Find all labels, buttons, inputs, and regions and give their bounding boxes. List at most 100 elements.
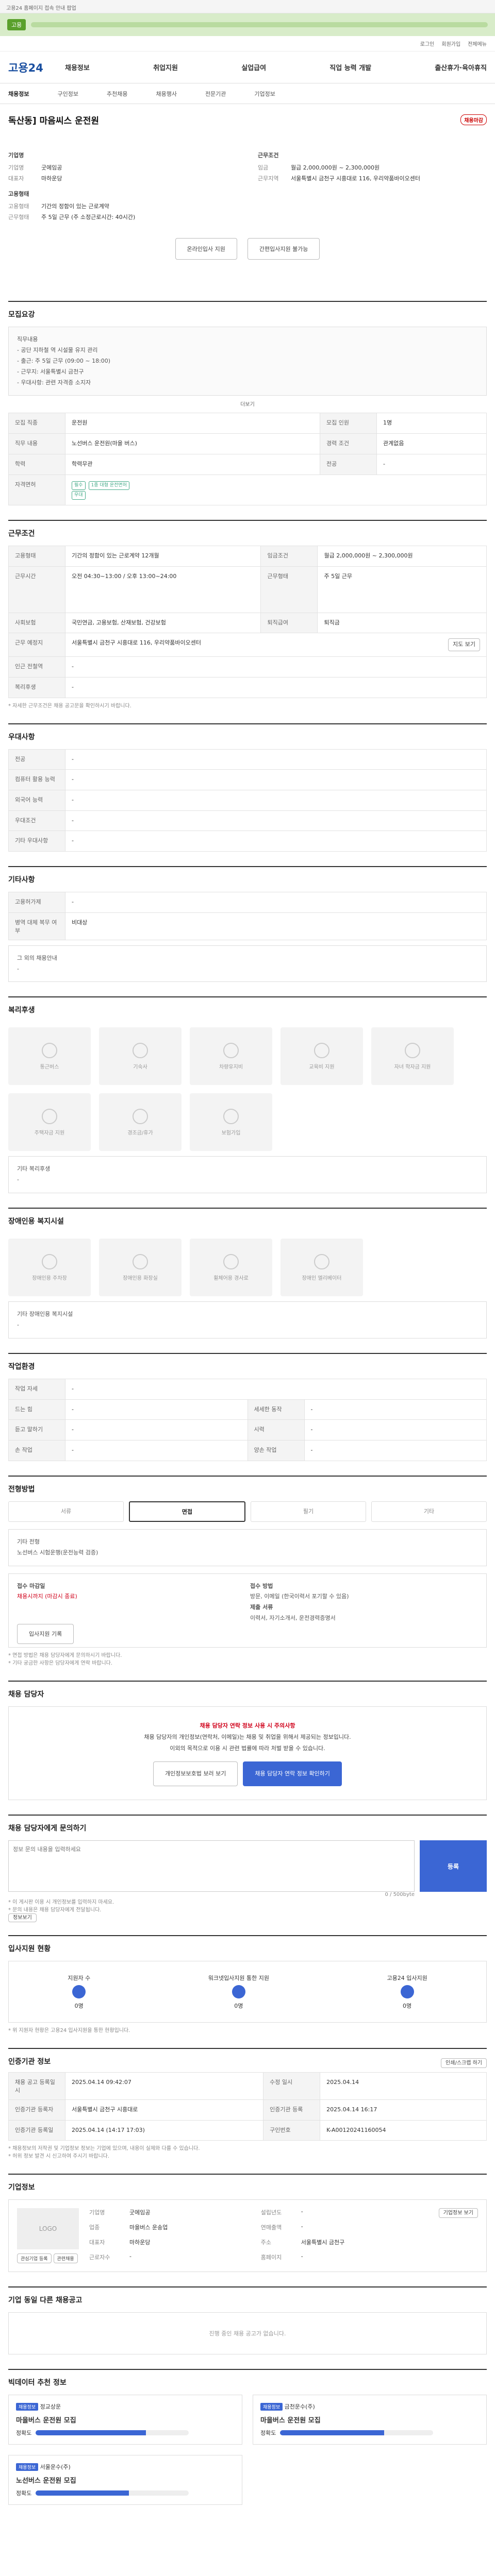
map-button[interactable]: 지도 보기 [448, 638, 480, 652]
recruit-table: 모집 직종 운전원 모집 인원 1명 직무 내용 노선버스 운전원(마을 버스) 경력 조… [8, 413, 487, 506]
sub-nav-item[interactable]: 기업정보 [254, 90, 275, 98]
table-cell: 마하운당 [129, 2239, 151, 2246]
quick-apply-button[interactable]: 간편입사지원 불가능 [247, 238, 320, 260]
fit-bar-fill [36, 2490, 129, 2496]
table-cell: K-A00120241160054 [320, 2120, 487, 2141]
table-cell: 경력 조건 [320, 433, 377, 454]
applicant-stats: 지원자 수 0명 워크넷입사지원 통한 지원 0명 고용24 입사지원 0명 [8, 1961, 487, 2023]
sub-nav-item[interactable]: 채용정보 [8, 90, 29, 98]
welfare-item: 통근버스 [8, 1027, 91, 1086]
table-cell: - [65, 1379, 487, 1400]
welfare-item: 주택자금 지원 [8, 1093, 91, 1151]
favorite-button[interactable]: 관심기업 등록 [17, 2253, 52, 2264]
apply-record-button[interactable]: 입사지원 기록 [17, 1624, 74, 1645]
house-icon [42, 1108, 57, 1124]
recommend-card[interactable]: 채용정보 서울운수(주) 노선버스 운전원 모집 정확도 [8, 2455, 242, 2505]
inquiry-note: * 문의 내용은 채용 담당자에게 전달됩니다. [8, 1907, 102, 1913]
tab-document[interactable]: 서류 [8, 1501, 124, 1522]
shield-icon [223, 1108, 239, 1124]
apply-button[interactable]: 온라인입사 지원 [175, 238, 237, 260]
table-cell: 손 작업 [8, 1440, 65, 1461]
nav-item[interactable]: 채용정보 [65, 62, 90, 72]
tab-interview[interactable]: 면접 [129, 1501, 245, 1522]
book-icon [314, 1042, 329, 1058]
box-line: - 출근: 주 5일 근무 (09:00 ~ 18:00) [17, 357, 111, 364]
global-nav: 고용24 채용정보 취업지원 실업급여 직업 능력 개발 출산휴가·육아휴직 [0, 52, 495, 83]
tab-etc[interactable]: 기타 [371, 1501, 487, 1522]
table-cell: 직무 내용 [8, 433, 65, 454]
banner-pill[interactable]: 고용 [7, 19, 26, 30]
nav-item[interactable]: 취업지원 [153, 62, 178, 72]
table-cell: 차량유지비 [219, 1064, 243, 1070]
table-cell: - [304, 1399, 487, 1420]
welfare-item: 경조금/휴가 [99, 1093, 182, 1151]
fit-bar-fill [36, 2430, 146, 2436]
duty-box: 직무내용 - 공단 지하철 역 시설물 유지 관리 - 출근: 주 5일 근무 (0… [8, 327, 487, 396]
job-header: 독산동] 마음씨스 운전원 채용마감 기업명 기업명 굿에임공 대표자 마하운당 고용… [8, 104, 487, 286]
sub-nav-item[interactable]: 전문기관 [205, 90, 226, 98]
more-button[interactable]: 더보기 [8, 400, 487, 408]
table-cell: - [304, 1419, 487, 1441]
related-jobs-button[interactable]: 관련채용 [53, 2253, 78, 2264]
preference-section: 우대사항 전공 - 컴퓨터 활용 능력 - 외국어 능력 - 우대조건 - 기타 우대사… [8, 723, 487, 852]
table-cell: 교육비 지원 [309, 1064, 335, 1070]
tab-written[interactable]: 필기 [251, 1501, 366, 1522]
table-cell: - [65, 656, 487, 677]
nav-item[interactable]: 출산휴가·육아휴직 [435, 62, 487, 72]
section-title: 채용 담당자에게 문의하기 [8, 1824, 87, 1833]
table-cell: - [65, 749, 487, 770]
apply-value: 이력서, 자기소개서, 운전경력증명서 [250, 1615, 336, 1622]
show-contact-button[interactable]: 채용 담당자 연락 정보 확인하기 [243, 1761, 342, 1786]
table-cell: 근무형태 [260, 566, 318, 613]
table-cell: 비대상 [65, 912, 487, 940]
table-cell: 인증기관 등록일 [8, 2120, 65, 2141]
cap-icon [405, 1042, 420, 1058]
card-fit-label: 정확도 [16, 2490, 32, 2497]
table-cell: 모집 인원 [320, 413, 377, 434]
table-cell: - [129, 2252, 131, 2260]
nav-item[interactable]: 실업급여 [241, 62, 266, 72]
login-link[interactable]: 로그인 [420, 40, 435, 47]
table-cell: 서울특별시 금천구 [301, 2239, 345, 2246]
etc-label: 기타 복리후생 [17, 1165, 51, 1173]
section-title: 우대사항 [8, 733, 35, 741]
all-menu-link[interactable]: 전체메뉴 [468, 40, 487, 47]
sub-nav-item[interactable]: 추천채용 [107, 90, 127, 98]
company-info-button[interactable]: 기업정보 보기 [438, 2208, 478, 2218]
etc-section: 기타사항 고용허가제 - 병역 대체 복무 여부 비대상 그 외의 채용안내 - [8, 866, 487, 982]
section-title: 전형방법 [8, 1485, 35, 1494]
site-logo[interactable]: 고용24 [8, 60, 65, 75]
nav-item[interactable]: 직업 능력 개발 [329, 62, 371, 72]
etc-value: - [17, 1321, 19, 1329]
signup-link[interactable]: 회원가입 [441, 40, 460, 47]
card-company: 금천운수(주) [284, 2403, 315, 2411]
selection-section: 전형방법 서류 면접 필기 기타 기타 전형 노선버스 시험운행(운전능력 검증) 접수… [8, 1475, 487, 1666]
sub-nav-item[interactable]: 채용행사 [156, 90, 176, 98]
print-button[interactable]: 인쇄/스크랩 하기 [441, 2058, 487, 2068]
facility-item: 장애인용 화장실 [99, 1239, 182, 1297]
table-cell: - [65, 891, 487, 913]
banner-bar [31, 22, 488, 27]
fit-bar-fill [280, 2430, 385, 2436]
environment-table: 작업 자세 - 드는 힘 - 세세한 동작 - 듣고 말하기 - 시력 - 손 작업 - 양손 작… [8, 1379, 487, 1461]
recommend-card[interactable]: 채용정보 금천운수(주) 마을버스 운전원 모집 정확도 [253, 2395, 487, 2445]
table-cell: 퇴직급여 [260, 612, 318, 634]
table-cell: 병역 대체 복무 여부 [8, 912, 65, 940]
inquiry-textarea[interactable] [8, 1840, 415, 1892]
welfare-item: 기숙사 [99, 1027, 182, 1086]
table-cell: - [376, 453, 487, 475]
inquiry-submit-button[interactable]: 등록 [420, 1840, 487, 1892]
section-title: 근무조건 [8, 530, 35, 538]
recommend-card[interactable]: 채용정보 정교상운 마을버스 운전원 모집 정확도 [8, 2395, 242, 2445]
table-cell: - [65, 1399, 248, 1420]
privacy-law-button[interactable]: 개인정보보호법 보러 보기 [153, 1761, 238, 1786]
home-icon [133, 1042, 148, 1058]
info-link[interactable]: 정보보기 [8, 1913, 37, 1922]
disabled-section: 장애인용 복지시설 장애인용 주차장 장애인용 화장실 휠체어용 경사로 장애인… [8, 1208, 487, 1339]
table-cell: - [301, 2208, 303, 2215]
welfare-item: 자녀 학자금 지원 [371, 1027, 454, 1086]
section-title: 빅데이터 추천 정보 [8, 2379, 67, 2387]
sub-nav-item[interactable]: 구인정보 [57, 90, 78, 98]
table-cell: 학력무관 [64, 453, 321, 475]
table-cell: 컴퓨터 활용 능력 [8, 769, 65, 790]
